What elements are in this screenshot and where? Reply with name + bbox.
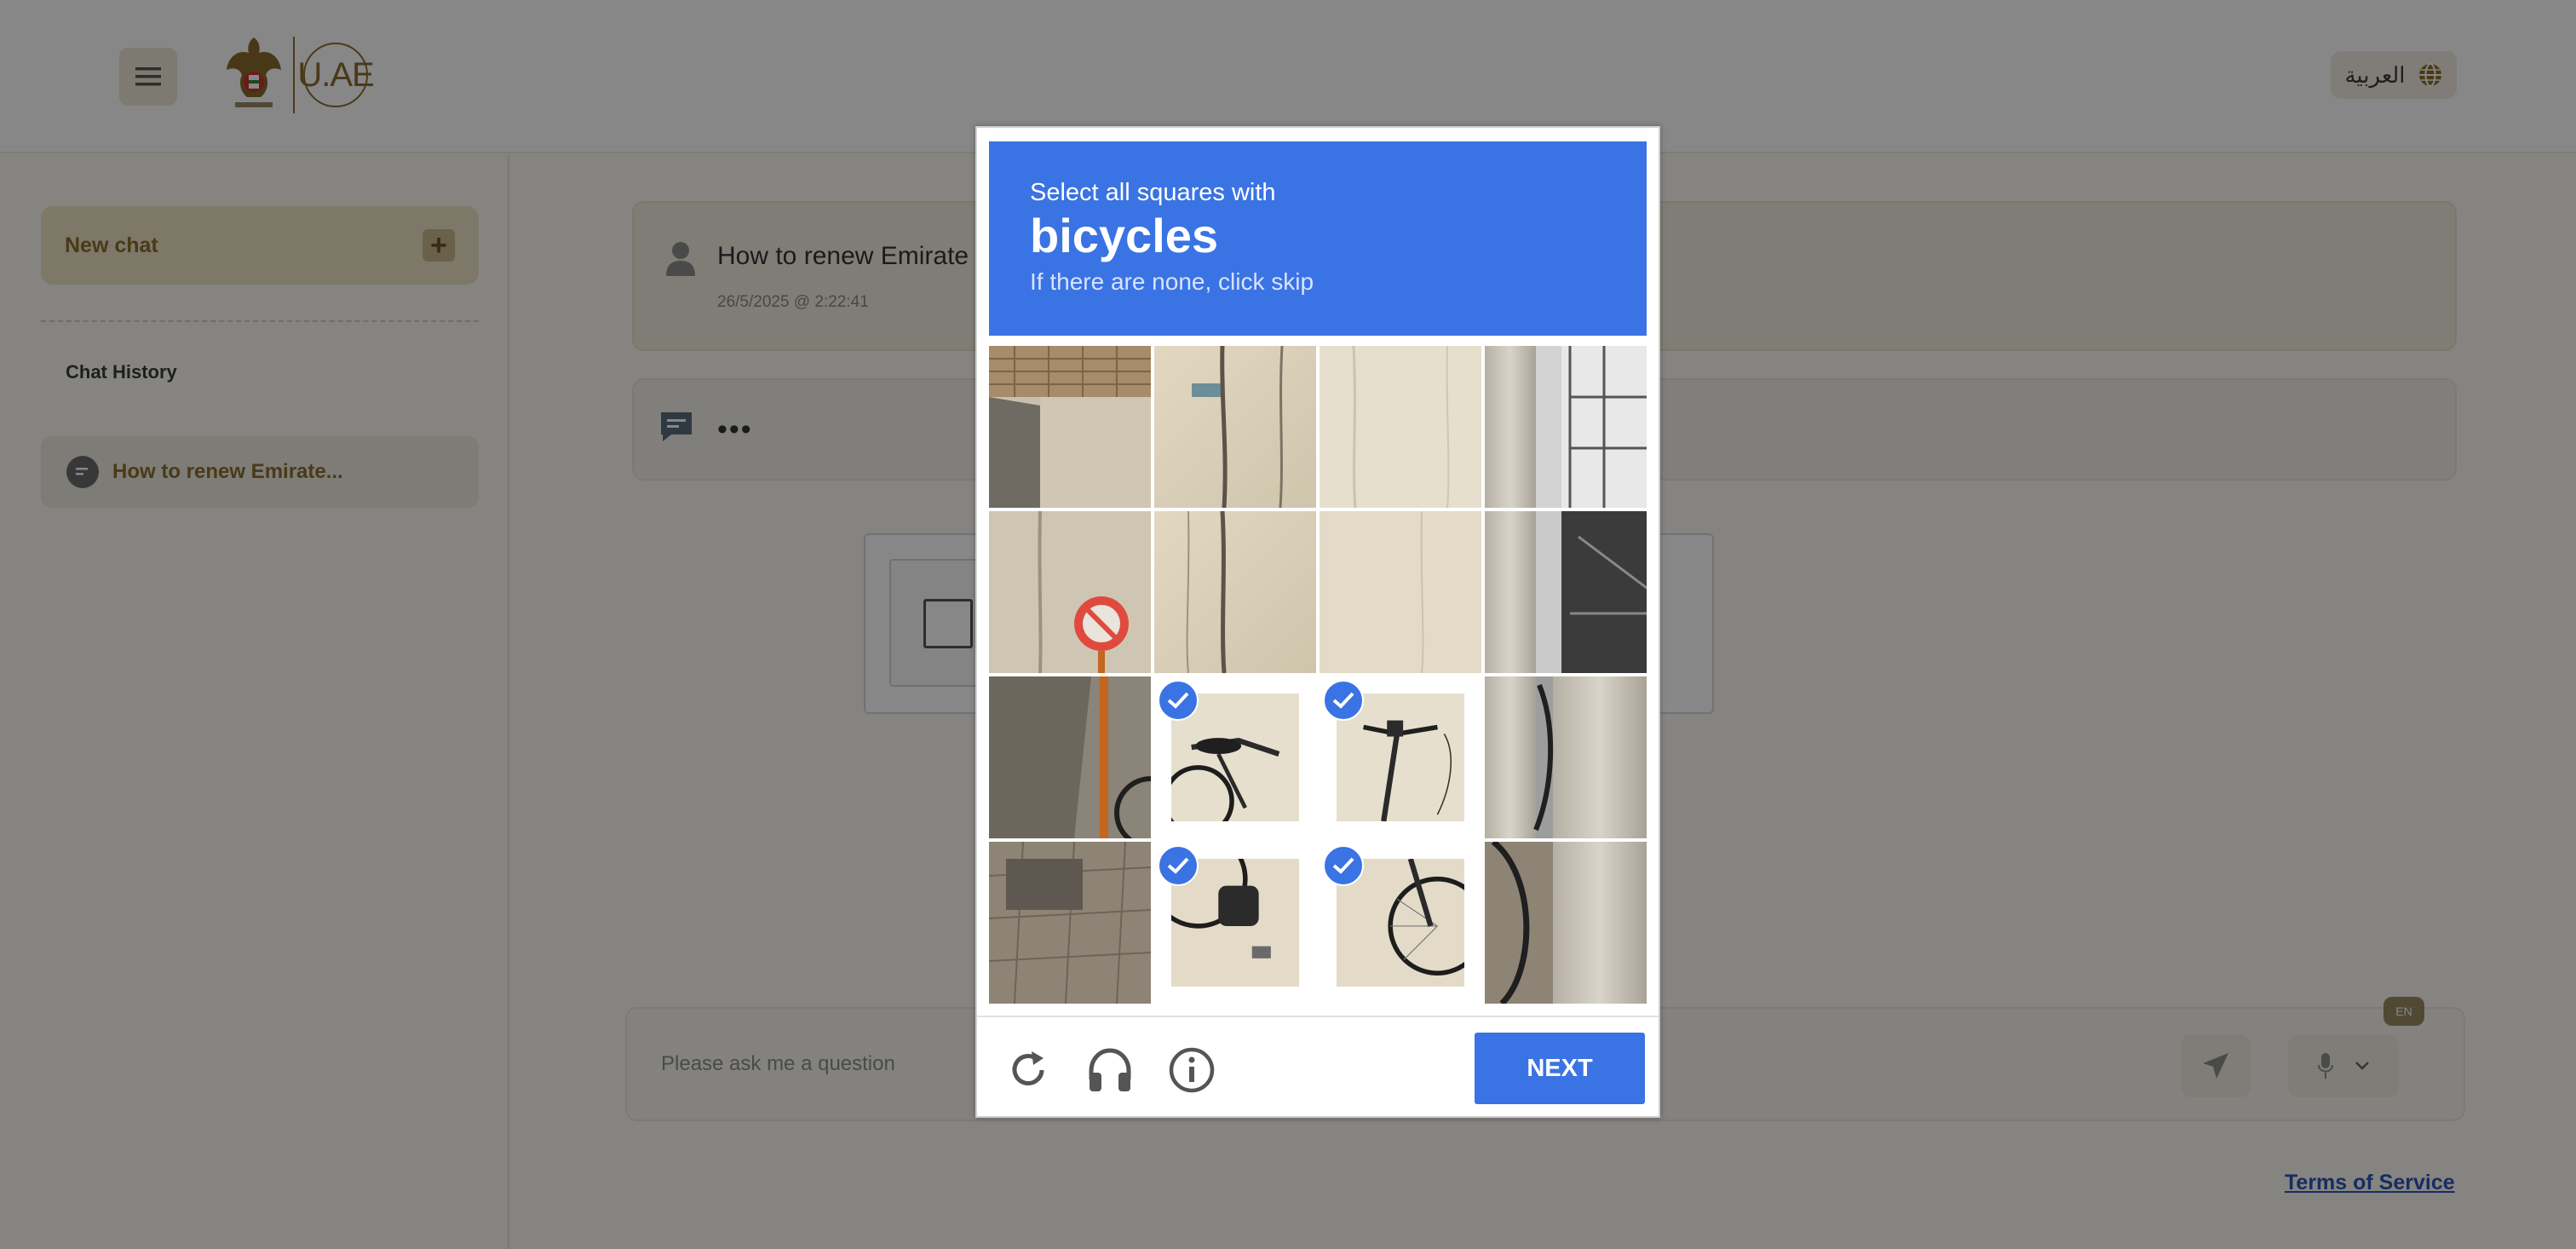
captcha-tile[interactable] (1154, 346, 1316, 508)
captcha-image-grid (989, 346, 1648, 1005)
info-button[interactable] (1166, 1045, 1217, 1096)
captcha-tile[interactable] (989, 676, 1151, 838)
captcha-tile[interactable] (989, 511, 1151, 673)
checkmark-icon (1323, 845, 1364, 886)
captcha-tile[interactable] (1485, 842, 1647, 1004)
captcha-tile[interactable] (1320, 511, 1481, 673)
captcha-tile-selected[interactable] (1154, 676, 1316, 838)
captcha-tile-selected[interactable] (1320, 676, 1481, 838)
checkmark-icon (1158, 680, 1199, 721)
captcha-footer: NEXT (977, 1016, 1659, 1116)
audio-challenge-button[interactable] (1084, 1045, 1136, 1096)
captcha-instructions: Select all squares with bicycles If ther… (989, 141, 1647, 336)
captcha-skip-hint: If there are none, click skip (1030, 268, 1314, 295)
next-button[interactable]: NEXT (1475, 1033, 1645, 1104)
captcha-tile[interactable] (1485, 511, 1647, 673)
captcha-tile[interactable] (989, 346, 1151, 508)
checkmark-icon (1323, 680, 1364, 721)
reload-icon (1012, 1051, 1044, 1085)
checkmark-icon (1158, 845, 1199, 886)
captcha-tile[interactable] (1485, 346, 1647, 508)
captcha-tile[interactable] (1485, 676, 1647, 838)
captcha-challenge: Select all squares with bicycles If ther… (975, 126, 1660, 1118)
reload-button[interactable] (1003, 1045, 1054, 1096)
captcha-tile-selected[interactable] (1320, 842, 1481, 1004)
captcha-tile[interactable] (1320, 346, 1481, 508)
captcha-tile-selected[interactable] (1154, 842, 1316, 1004)
captcha-instruction-text: Select all squares with (1030, 179, 1276, 206)
captcha-tile[interactable] (989, 842, 1151, 1004)
headphones-icon (1089, 1048, 1131, 1091)
info-icon (1169, 1047, 1215, 1093)
captcha-tile[interactable] (1154, 511, 1316, 673)
captcha-target-word: bicycles (1030, 209, 1219, 262)
